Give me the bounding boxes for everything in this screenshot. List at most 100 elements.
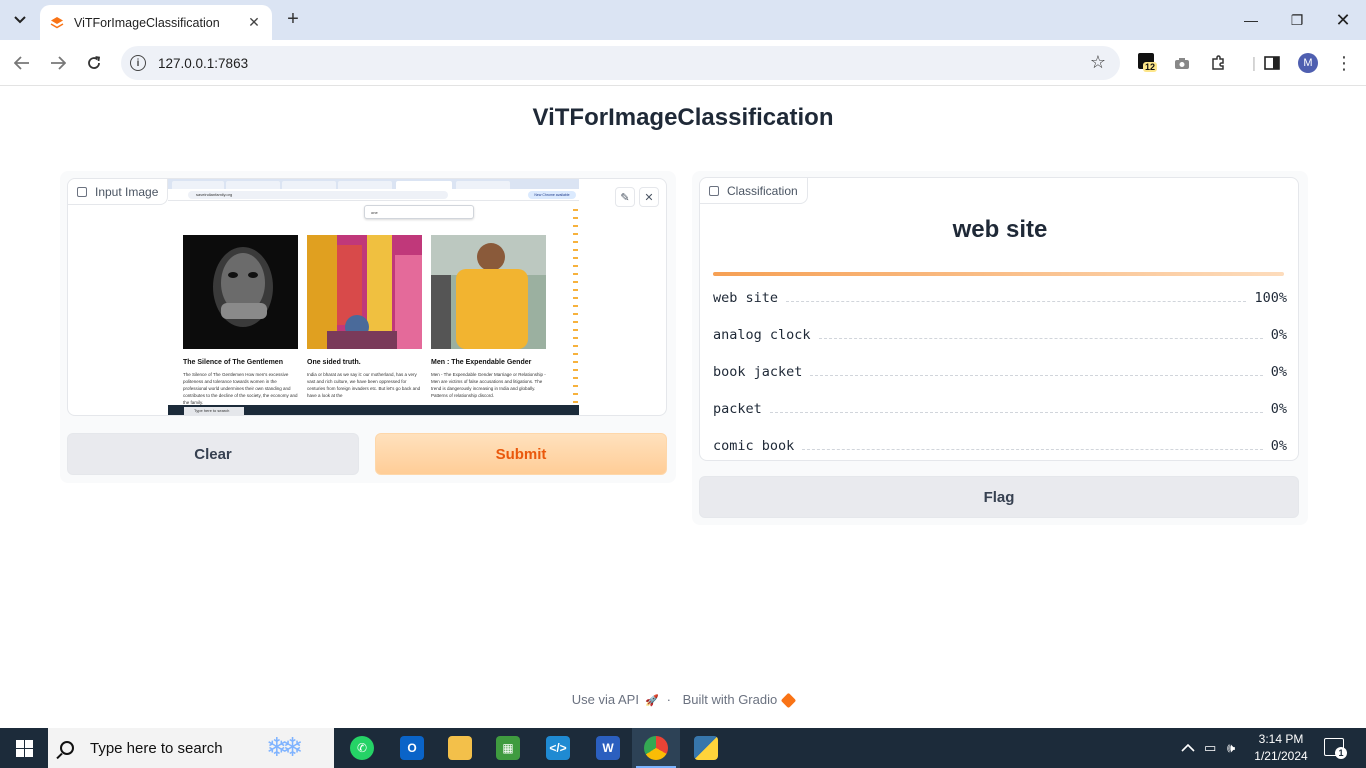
prediction-label: comic book [713,438,795,454]
new-tab-plus-icon[interactable]: + [282,8,304,30]
image-icon [77,186,87,197]
prediction-dots [818,337,1263,339]
preview-card-1: The Silence of The Gentlemen The Silence… [183,235,299,406]
preview-card-3-title: Men : The Expendable Gender [431,359,532,366]
extension-badge-count: 12 [1143,62,1158,72]
prediction-label: web site [713,290,779,306]
site-info-icon[interactable]: i [130,55,146,71]
address-bar[interactable]: i 127.0.0.1:7863 ☆ [121,46,1120,80]
gradio-favicon-icon [50,16,64,30]
taskbar-search-box[interactable]: Type here to search ❄❄ [48,728,334,768]
submit-button[interactable]: Submit [375,433,667,475]
extensions-puzzle-icon[interactable] [1207,52,1229,74]
preview-card-3-text: Men - The Expendable Gender Marriage or … [431,372,546,398]
input-image-label: Input Image [68,179,169,205]
prediction-row[interactable]: comic book 0% [713,436,1287,456]
preview-card-2-photo [307,235,422,349]
preview-card-3: Men : The Expendable Gender Men - The Ex… [431,235,547,399]
sheets-app-icon[interactable]: ▦ [484,728,532,768]
tab-close-icon[interactable]: ✕ [246,14,262,31]
whatsapp-icon[interactable]: ✆ [338,728,386,768]
preview-card-2: One sided truth. India or bharat as we s… [307,235,423,399]
footer: Use via API 🚀 · Built with Gradio [0,692,1366,709]
remove-image-close-icon[interactable]: ✕ [639,187,659,207]
rocket-icon: 🚀 [644,695,659,707]
preview-url: saveindianfamily.org [188,191,448,199]
preview-find-bar: one [364,205,474,219]
window-close-icon[interactable]: ✕ [1320,0,1366,40]
preview-card-3-photo [431,235,546,349]
prediction-confidence: 0% [1270,327,1287,343]
window-restore-icon[interactable]: ❐ [1274,0,1320,40]
gradio-logo-icon [780,692,797,709]
browser-tabstrip: ViTForImageClassification ✕ + — ❐ ✕ [0,0,1366,40]
back-arrow-icon[interactable] [10,51,34,75]
preview-taskbar-search: Type here to search [184,407,244,415]
prediction-confidence: 0% [1270,401,1287,417]
built-with-gradio-link[interactable]: Built with Gradio [683,692,778,707]
preview-toolbar: saveindianfamily.org New Chrome availabl… [168,189,579,201]
python-icon[interactable] [682,728,730,768]
tab-title: ViTForImageClassification [74,15,220,30]
label-icon [709,185,719,196]
notification-icon[interactable]: 1 [1324,738,1347,759]
preview-card-2-title: One sided truth. [307,359,361,366]
browser-toolbar: i 127.0.0.1:7863 ☆ 12 | ⋮ [0,40,1366,86]
forward-arrow-icon[interactable] [46,51,70,75]
vscode-icon[interactable]: </> [534,728,582,768]
browser-menu-icon[interactable]: ⋮ [1333,52,1355,74]
volume-icon[interactable]: 🕪 [1227,728,1235,768]
tab-search-chevron-icon[interactable] [6,6,34,34]
tray-chevron-up-icon[interactable] [1181,728,1195,768]
input-image-box[interactable]: Input Image ✎ ✕ saveindianfamily.org New… [67,178,667,416]
profile-avatar[interactable]: M [1298,53,1318,73]
clock-date: 1/21/2024 [1254,749,1308,763]
prediction-row[interactable]: analog clock 0% [713,325,1287,345]
prediction-row[interactable]: web site 100% [713,288,1287,308]
browser-tab-active[interactable]: ViTForImageClassification ✕ [40,5,272,40]
input-panel: Input Image ✎ ✕ saveindianfamily.org New… [60,171,676,483]
address-url: 127.0.0.1:7863 [158,55,249,71]
clear-button[interactable]: Clear [67,433,359,475]
flag-button[interactable]: Flag [699,476,1299,518]
bookmark-star-icon[interactable]: ☆ [1090,52,1106,73]
output-panel: Classification web site web site 100% an… [692,171,1308,525]
prediction-dots [802,448,1263,450]
extension-badge-icon[interactable]: 12 [1138,53,1158,72]
prediction-row[interactable]: packet 0% [713,399,1287,419]
prediction-confidence: 0% [1270,364,1287,380]
windows-taskbar: Type here to search ❄❄ ✆ O ▦ </> W ▭ 🕪 3… [0,728,1366,768]
prediction-dots [786,300,1247,302]
word-icon[interactable]: W [584,728,632,768]
confidence-bar [713,272,1284,276]
snowflake-icon: ❄❄ [266,732,303,762]
file-explorer-icon[interactable] [436,728,484,768]
reload-icon[interactable] [82,51,106,75]
use-via-api-link[interactable]: Use via API [572,692,639,707]
preview-tabstrip [168,179,579,189]
battery-network-icon[interactable]: ▭ [1204,728,1216,768]
preview-card-1-text: The Silence of The Gentlemen How men's e… [183,372,298,405]
camera-icon[interactable] [1171,52,1193,74]
prediction-dots [810,374,1263,376]
prediction-dots [769,411,1263,413]
taskbar-clock[interactable]: 3:14 PM 1/21/2024 [1248,731,1314,765]
prediction-label: book jacket [713,364,803,380]
preview-card-1-photo [183,235,298,349]
prediction-confidence: 100% [1254,290,1287,306]
taskbar-search-placeholder: Type here to search [90,739,223,757]
preview-update-pill: New Chrome available [528,191,576,199]
start-windows-icon[interactable] [0,728,48,768]
chrome-icon[interactable] [632,728,680,768]
prediction-row[interactable]: book jacket 0% [713,362,1287,382]
classification-label: Classification [700,178,808,204]
notification-count: 1 [1335,747,1347,759]
window-minimize-icon[interactable]: — [1228,0,1274,40]
classification-label-text: Classification [727,183,798,198]
search-icon [60,741,74,755]
edit-pencil-icon[interactable]: ✎ [615,187,635,207]
side-panel-icon[interactable] [1261,52,1283,74]
outlook-icon[interactable]: O [388,728,436,768]
preview-card-2-text: India or bharat as we say it: our mother… [307,372,421,398]
preview-scrollbar [573,203,578,403]
